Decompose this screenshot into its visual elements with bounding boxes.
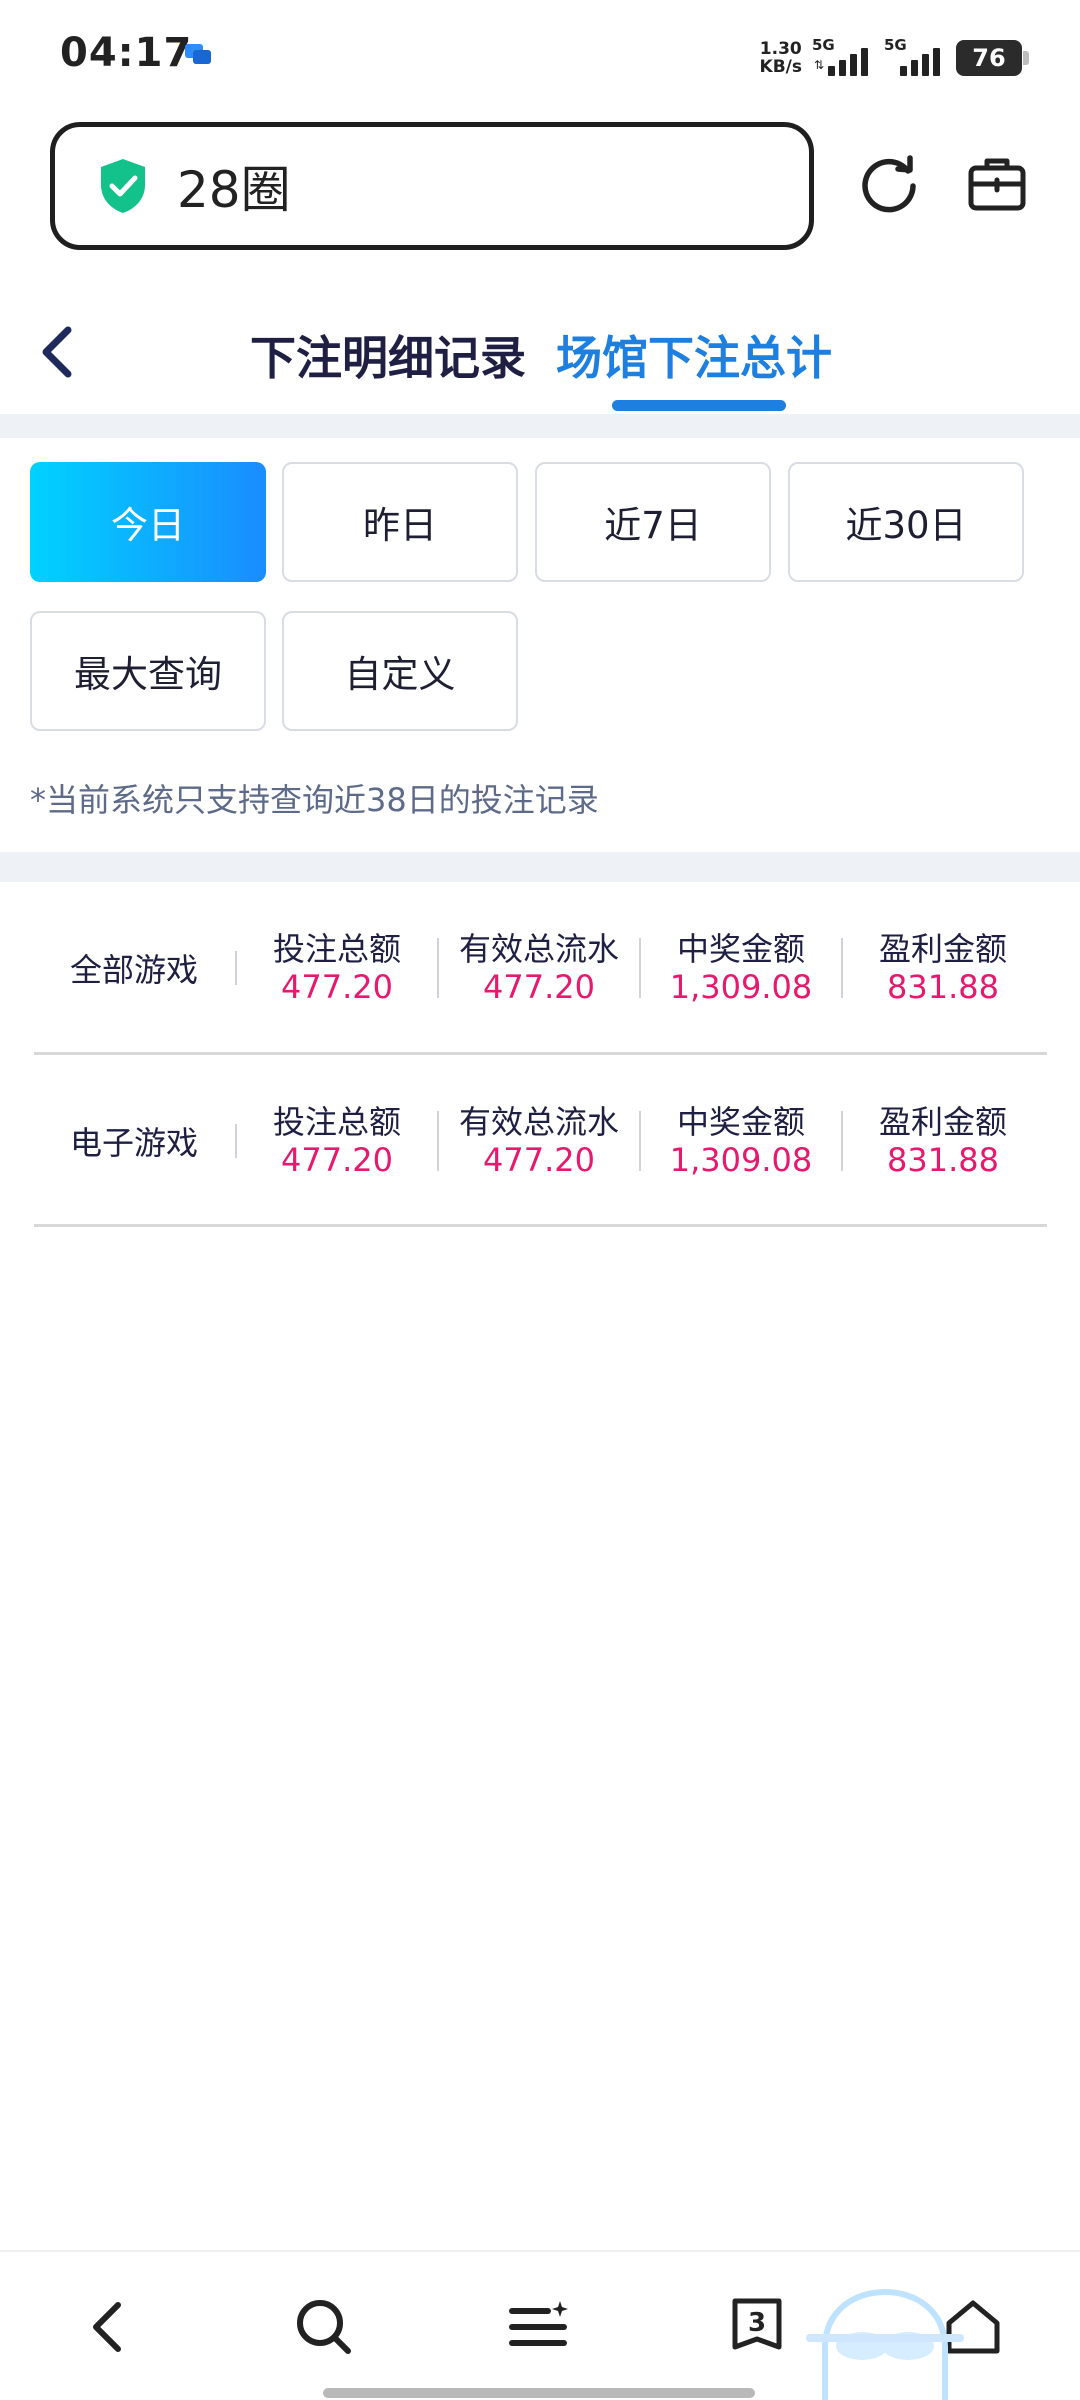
summary-row: 电子游戏 投注总额 477.20 有效总流水 477.20 中奖金额 1,309… [30, 1066, 1050, 1216]
menu-icon [509, 2301, 568, 2346]
summary-cell: 盈利金额 831.88 [842, 1066, 1044, 1216]
net-speed-value: 1.30 [759, 39, 802, 59]
cell-value: 831.88 [887, 968, 999, 1006]
briefcase-icon[interactable] [966, 153, 1028, 215]
page-header: 下注明细记录 场馆下注总计 [0, 300, 1080, 415]
mascot-decoration-icon [806, 2288, 964, 2400]
filter-7days-button[interactable]: 近7日 [535, 462, 771, 582]
battery-icon: 76 [956, 40, 1029, 76]
status-bar: 04:17 1.30 KB/s 5G ⇅ 5G 76 [0, 0, 1080, 110]
active-tab-indicator [612, 400, 786, 411]
row-label: 全部游戏 [70, 951, 199, 989]
address-text: 28圈 [177, 161, 291, 219]
net-speed-unit: KB/s [759, 57, 802, 77]
cell-value: 477.20 [281, 968, 393, 1006]
section-divider [0, 852, 1080, 882]
shield-check-icon [101, 159, 145, 213]
query-limit-note: *当前系统只支持查询近38日的投注记录 [30, 781, 599, 819]
address-bar[interactable]: 28圈 [50, 122, 814, 250]
cell-value: 1,309.08 [669, 968, 813, 1006]
cell-value: 831.88 [887, 1141, 999, 1179]
filter-custom-button[interactable]: 自定义 [282, 611, 518, 731]
cell-key: 盈利金额 [878, 930, 1007, 968]
cell-key: 有效总流水 [458, 1103, 619, 1141]
signal-sim1-icon: 5G ⇅ [812, 36, 874, 80]
nav-tabs-button[interactable]: 3 [722, 2292, 792, 2362]
home-indicator[interactable] [323, 2388, 755, 2398]
cell-key: 中奖金额 [676, 1103, 805, 1141]
summary-cell: 投注总额 477.20 [236, 1066, 438, 1216]
row-label: 电子游戏 [70, 1124, 199, 1162]
back-icon[interactable] [38, 322, 78, 382]
cell-value: 1,309.08 [669, 1141, 813, 1179]
row-separator [34, 1224, 1047, 1227]
tab-count: 3 [747, 2308, 767, 2338]
summary-cell: 投注总额 477.20 [236, 893, 438, 1043]
cell-key: 投注总额 [272, 1103, 401, 1141]
cell-key: 中奖金额 [676, 930, 805, 968]
filter-30days-button[interactable]: 近30日 [788, 462, 1024, 582]
summary-row: 全部游戏 投注总额 477.20 有效总流水 477.20 中奖金额 1,309… [30, 893, 1050, 1043]
cell-key: 有效总流水 [458, 930, 619, 968]
cell-key: 盈利金额 [878, 1103, 1007, 1141]
tab-venue-summary[interactable]: 场馆下注总计 [556, 322, 832, 388]
search-icon [297, 2300, 351, 2354]
nav-back-button[interactable] [73, 2292, 143, 2362]
summary-cell: 中奖金额 1,309.08 [640, 893, 842, 1043]
refresh-icon[interactable] [858, 153, 920, 215]
nav-menu-button[interactable] [505, 2292, 575, 2362]
status-time: 04:17 [60, 30, 193, 76]
battery-level: 76 [972, 44, 1006, 72]
section-divider [0, 414, 1080, 438]
filter-today-button[interactable]: 今日 [30, 462, 266, 582]
cell-value: 477.20 [483, 968, 595, 1006]
net-speed: 1.30 KB/s [760, 40, 802, 76]
cell-key: 投注总额 [272, 930, 401, 968]
row-separator [34, 1052, 1047, 1055]
back-icon [93, 2302, 121, 2352]
cell-value: 477.20 [281, 1141, 393, 1179]
filter-max-button[interactable]: 最大查询 [30, 611, 266, 731]
summary-cell: 中奖金额 1,309.08 [640, 1066, 842, 1216]
chat-app-icon [185, 44, 211, 64]
summary-cell: 有效总流水 477.20 [438, 1066, 640, 1216]
cell-value: 477.20 [483, 1141, 595, 1179]
signal-sim2-icon: 5G [884, 36, 946, 80]
summary-cell: 盈利金额 831.88 [842, 893, 1044, 1043]
nav-search-button[interactable] [289, 2292, 359, 2362]
summary-cell: 有效总流水 477.20 [438, 893, 640, 1043]
filter-yesterday-button[interactable]: 昨日 [282, 462, 518, 582]
tab-bet-details[interactable]: 下注明细记录 [250, 322, 526, 388]
